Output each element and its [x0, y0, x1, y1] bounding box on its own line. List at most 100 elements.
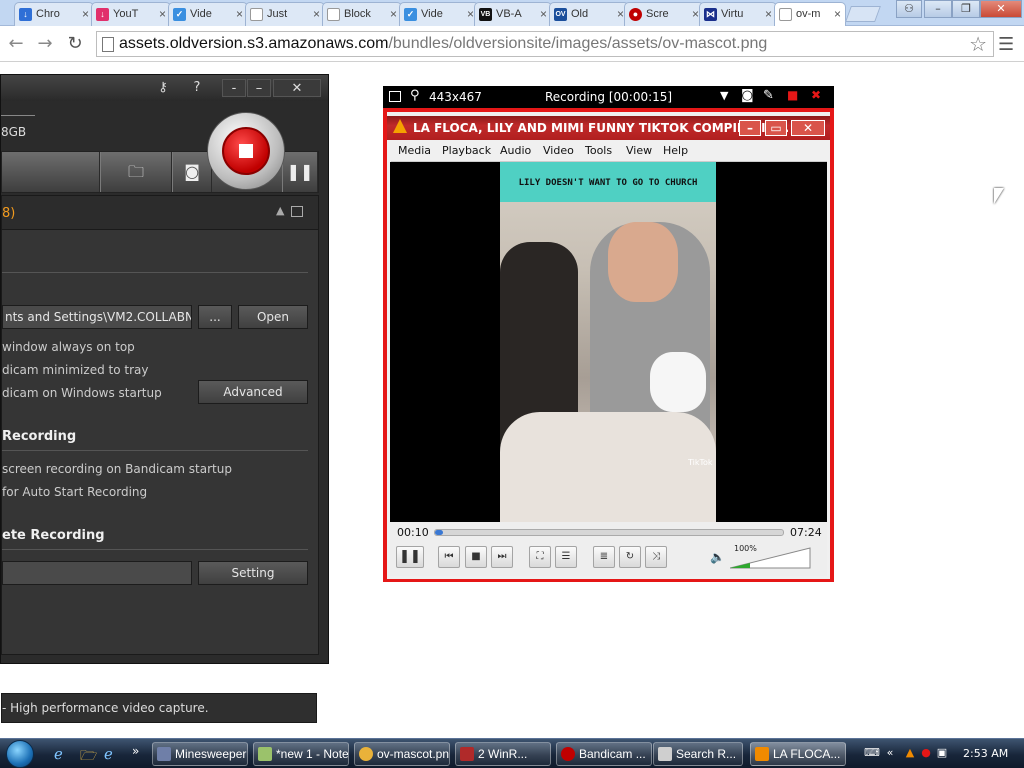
back-arrow-icon[interactable]: ←	[5, 33, 27, 55]
browser-tab[interactable]: Block ×	[322, 2, 402, 26]
setting-button[interactable]: Setting	[198, 561, 308, 585]
browser-tab[interactable]: ↓ YouT ×	[91, 2, 171, 26]
open-folder-button[interactable]: Open	[238, 305, 308, 329]
dropdown-button[interactable]: -	[222, 79, 246, 97]
menu-media[interactable]: Media	[398, 144, 431, 157]
close-icon[interactable]: ×	[692, 3, 699, 25]
keyboard-icon[interactable]: ⌨	[864, 747, 880, 759]
output-folder-field[interactable]: nts and Settings\VM2.COLLABNET\	[2, 305, 192, 329]
stop-icon[interactable]: ■	[787, 88, 798, 102]
taskbar-item-winrar[interactable]: 2 WinR...	[455, 742, 551, 766]
dropdown-icon[interactable]: ▼	[720, 89, 728, 102]
pencil-icon[interactable]: ✎	[763, 88, 774, 103]
taskbar-item-bandicam[interactable]: Bandicam ...	[556, 742, 652, 766]
search-icon[interactable]: ⚲	[410, 88, 420, 103]
menu-tools[interactable]: Tools	[585, 144, 612, 157]
window-icon[interactable]	[291, 206, 303, 217]
reload-icon[interactable]: ↻	[64, 33, 86, 55]
close-icon[interactable]: ×	[159, 3, 166, 25]
user-profile-icon[interactable]: ⚇	[896, 0, 922, 18]
forward-arrow-icon[interactable]: →	[34, 33, 56, 55]
playlist-button[interactable]: ≣	[593, 546, 615, 568]
extended-settings-button[interactable]: ☰	[555, 546, 577, 568]
option-windows-startup[interactable]: dicam on Windows startup	[2, 386, 162, 400]
loop-button[interactable]: ↻	[619, 546, 641, 568]
close-window-button[interactable]: ✕	[980, 0, 1022, 18]
close-icon[interactable]: ×	[390, 3, 397, 25]
option-auto-start[interactable]: screen recording on Bandicam startup	[2, 462, 232, 476]
close-icon[interactable]: ×	[617, 3, 624, 25]
pause-button[interactable]: ❚❚	[396, 546, 424, 568]
shuffle-button[interactable]: ⤨	[645, 546, 667, 568]
close-icon[interactable]: ×	[236, 3, 243, 25]
close-button[interactable]: ✕	[273, 79, 321, 97]
folder-icon[interactable]: 🗀	[100, 152, 172, 192]
close-icon[interactable]: ×	[313, 3, 320, 25]
record-stop-button[interactable]	[207, 112, 285, 190]
close-icon[interactable]: ✖	[811, 88, 821, 102]
browser-tab[interactable]: ✓ Vide ×	[399, 2, 479, 26]
previous-button[interactable]: ⏮	[438, 546, 460, 568]
network-icon[interactable]: ▣	[936, 747, 948, 759]
option-always-on-top[interactable]: window always on top	[2, 340, 135, 354]
seek-bar[interactable]	[434, 529, 784, 536]
close-button[interactable]: ✕	[791, 120, 825, 136]
camera-icon[interactable]: ◙	[741, 88, 754, 103]
close-icon[interactable]: ×	[467, 3, 474, 25]
pause-icon[interactable]: ❚❚	[282, 152, 318, 192]
internet-explorer-icon[interactable]: ℯ	[54, 745, 63, 763]
stop-button[interactable]: ■	[465, 546, 487, 568]
taskbar-item-vlc[interactable]: LA FLOCA...	[750, 742, 846, 766]
browser-tab[interactable]: ✓ Vide ×	[168, 2, 248, 26]
record-icon[interactable]: ●	[920, 747, 932, 759]
browser-tab-active[interactable]: ov-m ×	[774, 2, 846, 27]
volume-slider[interactable]: 100%	[729, 544, 812, 570]
taskbar-item-minesweeper[interactable]: Minesweeper	[152, 742, 248, 766]
maximize-button[interactable]: ▭	[765, 120, 787, 136]
close-icon[interactable]: ×	[765, 3, 772, 25]
close-icon[interactable]: ×	[540, 3, 547, 25]
maximize-button[interactable]: ❐	[952, 0, 980, 18]
collapse-icon[interactable]: ▲	[276, 204, 284, 217]
taskbar-item-notepad[interactable]: *new 1 - Notepad++	[253, 742, 349, 766]
folder-icon[interactable]: 🗁	[80, 745, 97, 768]
browser-tab[interactable]: VB VB-A ×	[474, 2, 552, 26]
camera-icon[interactable]: ◙	[172, 152, 212, 192]
menu-icon[interactable]: ☰	[998, 34, 1014, 55]
option-auto-start-timer[interactable]: for Auto Start Recording	[2, 485, 147, 499]
window-icon[interactable]	[389, 91, 401, 102]
bookmark-star-icon[interactable]: ☆	[969, 32, 987, 56]
close-icon[interactable]: ×	[82, 3, 89, 25]
menu-playback[interactable]: Playback	[442, 144, 491, 157]
speaker-icon[interactable]: 🔈	[710, 550, 725, 564]
new-tab-button[interactable]	[845, 6, 881, 22]
next-button[interactable]: ⏭	[491, 546, 513, 568]
internet-explorer-icon[interactable]: ℯ	[104, 745, 113, 763]
browser-tab[interactable]: ⋈ Virtu ×	[699, 2, 777, 26]
taskbar-item-chrome[interactable]: ov-mascot.png	[354, 742, 450, 766]
key-icon[interactable]: ⚷	[151, 79, 175, 97]
url-text[interactable]: assets.oldversion.s3.amazonaws.com/bundl…	[119, 35, 767, 53]
show-hidden-icons-icon[interactable]: «	[884, 747, 896, 759]
advanced-button[interactable]: Advanced	[198, 380, 308, 404]
start-button[interactable]	[0, 739, 42, 768]
minimize-button[interactable]: –	[739, 120, 761, 136]
browse-button[interactable]: ...	[198, 305, 232, 329]
video-area[interactable]: LILY DOESN'T WANT TO GO TO CHURCH TikTok	[390, 162, 827, 522]
browser-tab[interactable]: Just ×	[245, 2, 325, 26]
close-icon[interactable]: ×	[834, 3, 841, 25]
browser-tab[interactable]: ↓ Chro ×	[14, 2, 94, 26]
mode-button[interactable]	[2, 152, 100, 192]
menu-video[interactable]: Video	[543, 144, 574, 157]
browser-tab[interactable]: OV Old ×	[549, 2, 629, 26]
vlc-cone-icon[interactable]: ▲	[904, 747, 916, 759]
fullscreen-button[interactable]: ⛶	[529, 546, 551, 568]
address-bar[interactable]: assets.oldversion.s3.amazonaws.com/bundl…	[96, 31, 994, 57]
help-icon[interactable]: ?	[185, 79, 209, 97]
minimize-button[interactable]: –	[924, 0, 952, 18]
overflow-icon[interactable]: »	[132, 744, 139, 758]
minimize-button[interactable]: –	[247, 79, 271, 97]
auto-complete-field[interactable]	[2, 561, 192, 585]
taskbar-item-search[interactable]: Search R...	[653, 742, 743, 766]
browser-tab[interactable]: ● Scre ×	[624, 2, 704, 26]
